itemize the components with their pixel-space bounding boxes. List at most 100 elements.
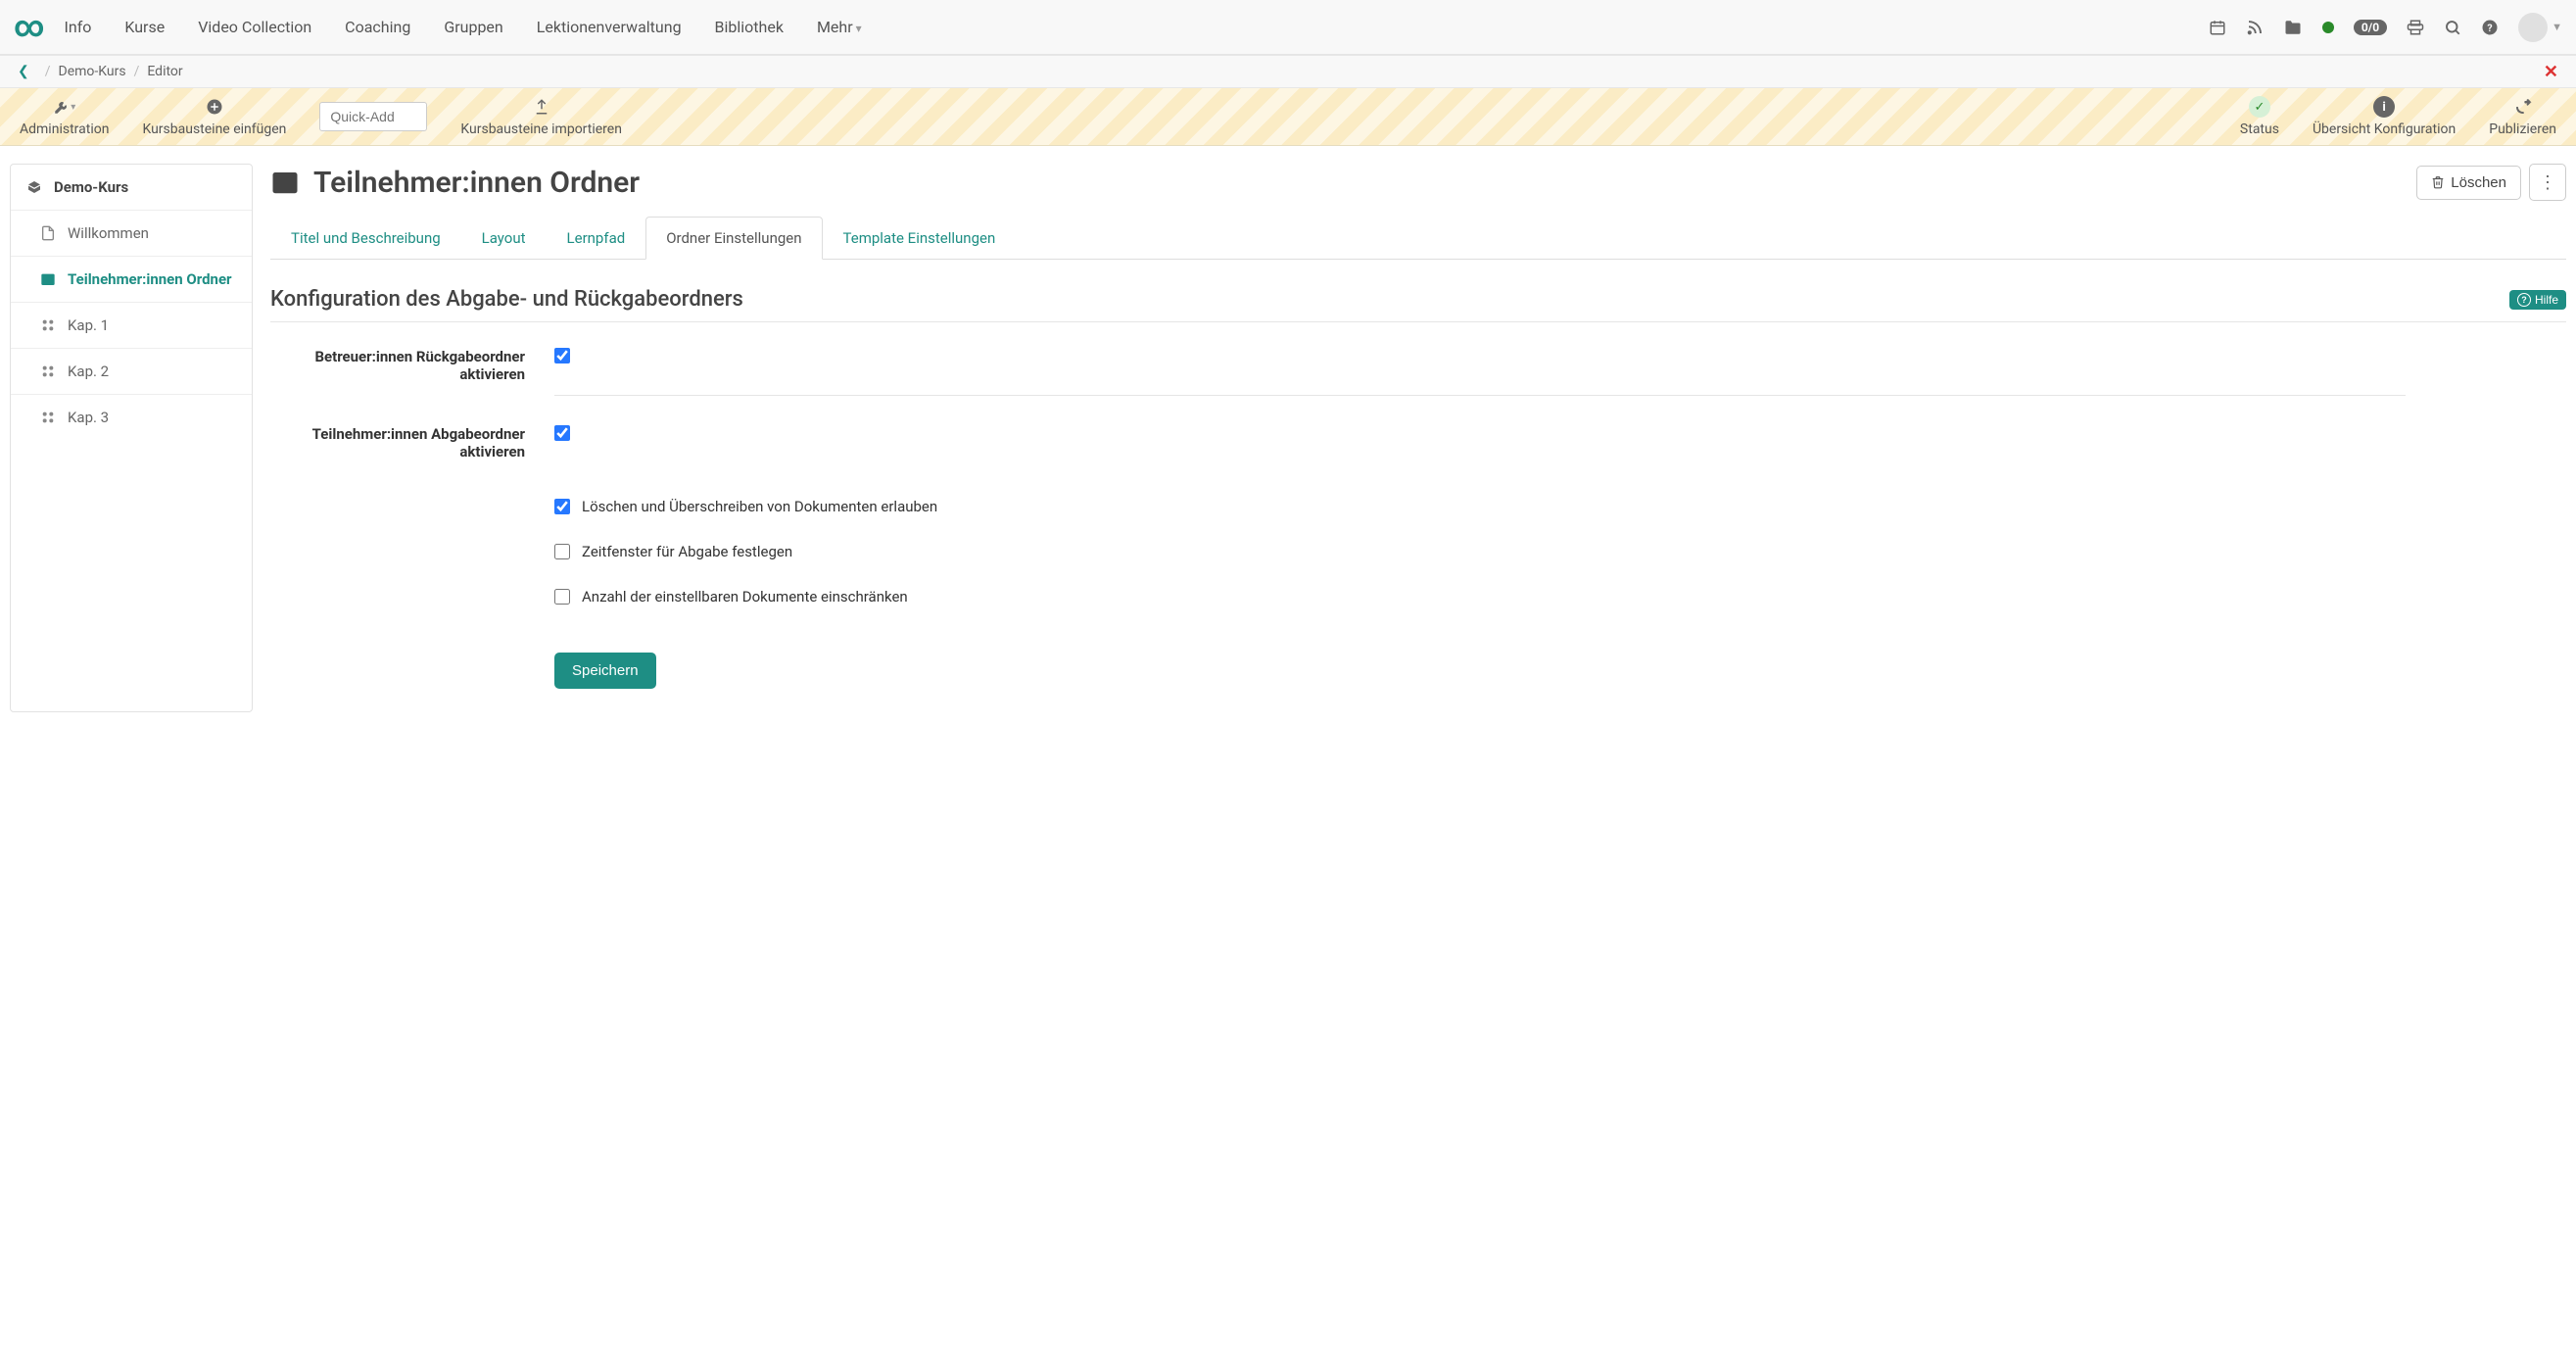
toolbar-overview-label: Übersicht Konfiguration xyxy=(2313,121,2456,137)
nav-gruppen[interactable]: Gruppen xyxy=(444,18,502,36)
nav-video-collection[interactable]: Video Collection xyxy=(198,18,311,36)
tab-title-description[interactable]: Titel und Beschreibung xyxy=(270,217,461,260)
tree-item-label: Willkommen xyxy=(68,224,149,242)
breadcrumb-editor[interactable]: Editor xyxy=(147,64,182,79)
folder-open-icon[interactable] xyxy=(2283,19,2303,36)
calendar-icon[interactable] xyxy=(2209,19,2226,36)
breadcrumb-back-icon[interactable]: ❮ xyxy=(18,64,29,79)
opt-allow-delete-overwrite: Löschen und Überschreiben von Dokumenten… xyxy=(554,498,2566,515)
toolbar-overview[interactable]: i Übersicht Konfiguration xyxy=(2313,96,2456,137)
page-title: Teilnehmer:innen Ordner xyxy=(313,166,640,200)
tree-item-kap3[interactable]: Kap. 3 xyxy=(11,395,252,440)
info-circle-icon: i xyxy=(2373,96,2395,118)
sub-options: Löschen und Überschreiben von Dokumenten… xyxy=(554,498,2566,605)
tab-template-einstellungen[interactable]: Template Einstellungen xyxy=(823,217,1017,260)
tree-item-participant-folder[interactable]: Teilnehmer:innen Ordner xyxy=(11,257,252,303)
breadcrumb-sep: / xyxy=(45,64,51,79)
print-icon[interactable] xyxy=(2407,19,2424,36)
top-nav: ∞ Info Kurse Video Collection Coaching G… xyxy=(0,0,2576,55)
save-button[interactable]: Speichern xyxy=(554,653,656,689)
caret-down-icon: ▼ xyxy=(2552,21,2562,33)
opt-time-window: Zeitfenster für Abgabe festlegen xyxy=(554,543,2566,560)
breadcrumb-course[interactable]: Demo-Kurs xyxy=(59,64,126,79)
opt-label: Zeitfenster für Abgabe festlegen xyxy=(582,543,792,560)
tree-item-label: Kap. 2 xyxy=(68,363,109,380)
module-icon xyxy=(40,317,58,333)
section-header: Konfiguration des Abgabe- und Rückgabeor… xyxy=(270,287,2566,322)
inbox-icon xyxy=(40,271,58,287)
delete-button[interactable]: Löschen xyxy=(2416,166,2521,200)
breadcrumb: ❮ / Demo-Kurs / Editor ✕ xyxy=(0,55,2576,88)
help-button-label: Hilfe xyxy=(2535,293,2558,307)
document-icon xyxy=(40,225,58,241)
tab-lernpfad[interactable]: Lernpfad xyxy=(547,217,646,260)
inbox-icon xyxy=(270,168,300,197)
toolbar-status-label: Status xyxy=(2240,121,2279,137)
nav-info[interactable]: Info xyxy=(65,18,92,36)
user-menu[interactable]: ▼ xyxy=(2518,13,2562,42)
logo-infinity-icon[interactable]: ∞ xyxy=(14,10,45,44)
search-icon[interactable] xyxy=(2444,19,2461,36)
close-icon[interactable]: ✕ xyxy=(2544,62,2558,82)
nav-lektionenverwaltung[interactable]: Lektionenverwaltung xyxy=(537,18,682,36)
opt-allow-delete-overwrite-checkbox[interactable] xyxy=(554,499,570,514)
toolbar-insert[interactable]: Kursbausteine einfügen xyxy=(142,96,286,137)
top-nav-icons: 0/0 ? ▼ xyxy=(2209,13,2562,42)
wrench-icon xyxy=(53,96,75,118)
nav-bibliothek[interactable]: Bibliothek xyxy=(715,18,784,36)
module-icon xyxy=(40,363,58,379)
section-title: Konfiguration des Abgabe- und Rückgabeor… xyxy=(270,287,2509,312)
tree-root[interactable]: Demo-Kurs xyxy=(11,165,252,211)
participant-submit-folder-label: Teilnehmer:innen Abgabeordner aktivieren xyxy=(270,425,554,689)
counter-badge[interactable]: 0/0 xyxy=(2354,20,2387,35)
tree-item-willkommen[interactable]: Willkommen xyxy=(11,211,252,257)
tree-item-kap2[interactable]: Kap. 2 xyxy=(11,349,252,395)
opt-limit-documents-checkbox[interactable] xyxy=(554,589,570,605)
course-tree: Demo-Kurs Willkommen Teilnehmer:innen Or… xyxy=(10,164,253,712)
toolbar-import-label: Kursbausteine importieren xyxy=(460,121,622,137)
share-icon xyxy=(2514,96,2532,118)
dots-vertical-icon: ⋮ xyxy=(2539,172,2556,193)
opt-label: Löschen und Überschreiben von Dokumenten… xyxy=(582,498,937,515)
coach-return-folder-checkbox[interactable] xyxy=(554,348,570,363)
plus-circle-icon xyxy=(206,96,223,118)
toolbar-insert-label: Kursbausteine einfügen xyxy=(142,121,286,137)
status-dot-icon[interactable] xyxy=(2322,22,2334,33)
opt-time-window-checkbox[interactable] xyxy=(554,544,570,559)
tree-item-kap1[interactable]: Kap. 1 xyxy=(11,303,252,349)
opt-label: Anzahl der einstellbaren Dokumente einsc… xyxy=(582,588,908,605)
upload-icon xyxy=(533,96,550,118)
help-icon[interactable]: ? xyxy=(2481,19,2499,36)
tab-ordner-einstellungen[interactable]: Ordner Einstellungen xyxy=(645,217,822,260)
coach-return-folder-label: Betreuer:innen Rückgabeordner aktivieren xyxy=(270,348,554,396)
toolbar-publish[interactable]: Publizieren xyxy=(2489,96,2556,137)
help-button[interactable]: Hilfe xyxy=(2509,290,2566,310)
tab-layout[interactable]: Layout xyxy=(461,217,547,260)
main: Teilnehmer:innen Ordner Löschen ⋮ Titel … xyxy=(270,164,2566,712)
main-header: Teilnehmer:innen Ordner Löschen ⋮ xyxy=(270,164,2566,201)
nav-coaching[interactable]: Coaching xyxy=(345,18,410,36)
check-circle-icon: ✓ xyxy=(2249,96,2270,118)
more-actions-button[interactable]: ⋮ xyxy=(2529,164,2566,201)
toolbar-administration[interactable]: Administration xyxy=(20,96,109,137)
row-coach-return-folder: Betreuer:innen Rückgabeordner aktivieren xyxy=(270,348,2566,396)
toolbar-publish-label: Publizieren xyxy=(2489,121,2556,137)
page-title-wrap: Teilnehmer:innen Ordner xyxy=(270,166,2416,200)
nav-kurse[interactable]: Kurse xyxy=(124,18,165,36)
opt-limit-documents: Anzahl der einstellbaren Dokumente einsc… xyxy=(554,588,2566,605)
toolbar-import[interactable]: Kursbausteine importieren xyxy=(460,96,622,137)
tree-item-label: Kap. 3 xyxy=(68,409,109,426)
toolbar-administration-label: Administration xyxy=(20,121,109,137)
participant-submit-folder-checkbox[interactable] xyxy=(554,425,570,441)
row-participant-submit-folder: Teilnehmer:innen Abgabeordner aktivieren… xyxy=(270,425,2566,689)
svg-text:?: ? xyxy=(2487,21,2492,33)
rss-icon[interactable] xyxy=(2246,19,2264,36)
box-icon xyxy=(26,179,44,195)
tree-item-label: Kap. 1 xyxy=(68,316,109,334)
top-nav-links: Info Kurse Video Collection Coaching Gru… xyxy=(65,18,2209,36)
toolbar-status[interactable]: ✓ Status xyxy=(2240,96,2279,137)
config-form: Betreuer:innen Rückgabeordner aktivieren… xyxy=(270,348,2566,689)
tabs: Titel und Beschreibung Layout Lernpfad O… xyxy=(270,217,2566,260)
nav-mehr[interactable]: Mehr xyxy=(817,18,862,36)
quick-add-input[interactable] xyxy=(319,102,427,131)
